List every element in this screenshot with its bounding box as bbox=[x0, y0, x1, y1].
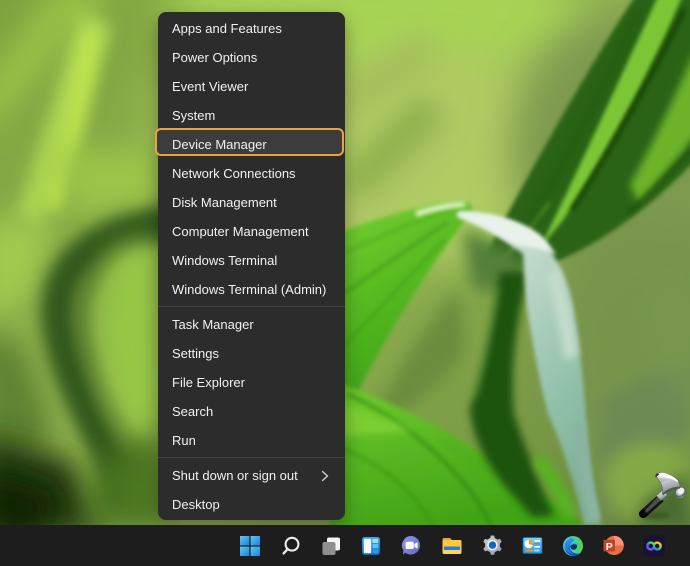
svg-text:P: P bbox=[606, 541, 613, 553]
